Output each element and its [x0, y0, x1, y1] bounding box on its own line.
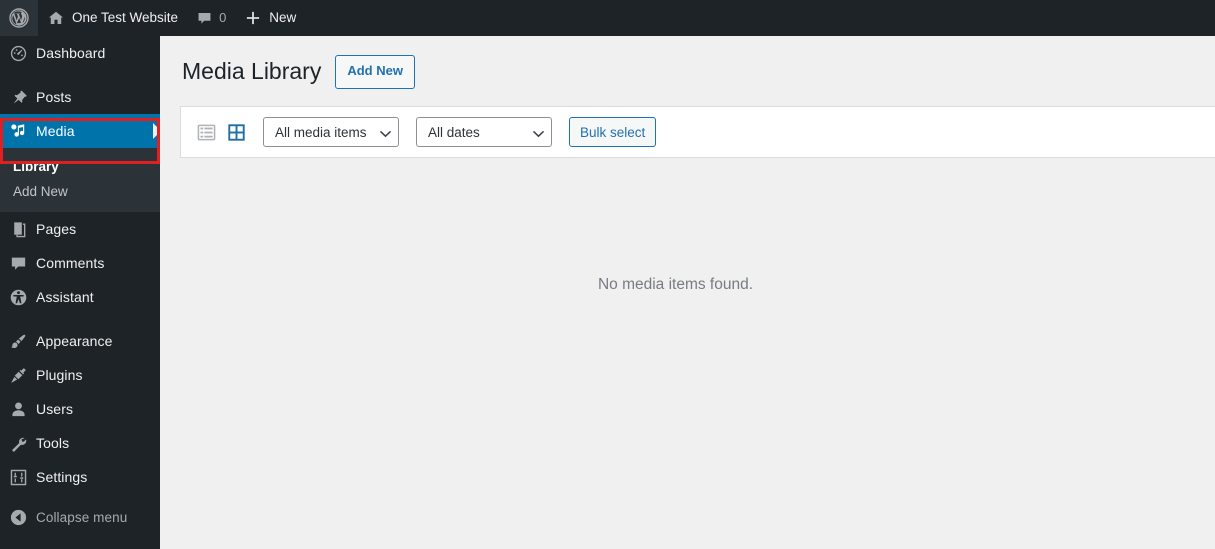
- site-name-label: One Test Website: [72, 10, 179, 25]
- chevron-down-icon: [533, 130, 544, 139]
- sidebar-item-label: Users: [36, 401, 74, 417]
- sidebar-item-label: Plugins: [36, 367, 83, 383]
- sidebar-item-label: Tools: [36, 435, 70, 451]
- menu-separator: [0, 314, 160, 324]
- sidebar-item-label: Pages: [36, 221, 77, 237]
- media-grid-area: No media items found.: [160, 158, 1215, 488]
- sidebar-item-dashboard[interactable]: Dashboard: [0, 36, 160, 70]
- main-content: Media Library Add New All media items Al…: [160, 36, 1215, 549]
- home-icon: [47, 9, 65, 27]
- collapse-menu-label: Collapse menu: [36, 509, 128, 525]
- sidebar-item-media[interactable]: Media: [0, 114, 161, 148]
- sidebar-item-label: Appearance: [36, 333, 113, 349]
- sidebar-item-posts[interactable]: Posts: [0, 80, 160, 114]
- chevron-down-icon: [380, 130, 391, 139]
- paintbrush-icon: [0, 332, 36, 351]
- list-view-icon[interactable]: [195, 121, 217, 143]
- sidebar-item-label: Comments: [36, 255, 105, 271]
- sidebar-item-comments[interactable]: Comments: [0, 246, 160, 280]
- view-switcher: [195, 121, 247, 143]
- page-header: Media Library Add New: [160, 36, 1215, 89]
- comments-count: 0: [219, 10, 227, 25]
- comments-menu[interactable]: 0: [187, 0, 235, 36]
- media-type-filter-value: All media items: [275, 124, 367, 140]
- admin-sidebar-menu: Dashboard Posts Media Library Add New Pa…: [0, 36, 161, 549]
- media-submenu: Library Add New: [0, 148, 160, 212]
- sidebar-item-assistant[interactable]: Assistant: [0, 280, 160, 314]
- pages-icon: [0, 220, 36, 239]
- wordpress-logo-menu[interactable]: [0, 0, 38, 36]
- date-filter-select[interactable]: All dates: [416, 117, 552, 147]
- bulk-select-button[interactable]: Bulk select: [569, 117, 657, 147]
- date-filter-value: All dates: [428, 124, 480, 140]
- sidebar-item-label: Dashboard: [36, 45, 106, 61]
- sidebar-item-label: Settings: [36, 469, 88, 485]
- submenu-item-library[interactable]: Library: [0, 154, 160, 179]
- new-content-menu[interactable]: New: [235, 0, 305, 36]
- sidebar-item-plugins[interactable]: Plugins: [0, 358, 160, 392]
- collapse-left-arrow-icon: [0, 508, 36, 527]
- empty-state-message: No media items found.: [597, 276, 754, 293]
- sidebar-item-users[interactable]: Users: [0, 392, 160, 426]
- pushpin-icon: [0, 88, 36, 107]
- dashboard-gauge-icon: [0, 44, 36, 63]
- collapse-menu-button[interactable]: Collapse menu: [0, 500, 160, 534]
- sliders-icon: [0, 468, 36, 487]
- sidebar-item-label: Media: [36, 123, 75, 139]
- sidebar-item-label: Posts: [36, 89, 72, 105]
- wordpress-logo-icon: [9, 8, 29, 28]
- sidebar-item-appearance[interactable]: Appearance: [0, 324, 160, 358]
- submenu-item-add-new[interactable]: Add New: [0, 179, 160, 204]
- media-toolbar: All media items All dates Bulk select: [180, 106, 1215, 158]
- accessibility-icon: [0, 288, 36, 307]
- comment-bubble-icon: [0, 254, 36, 273]
- admin-bar: One Test Website 0 New: [0, 0, 1215, 36]
- grid-view-icon[interactable]: [225, 121, 247, 143]
- user-icon: [0, 400, 36, 419]
- sidebar-item-settings[interactable]: Settings: [0, 460, 160, 494]
- new-content-label: New: [269, 10, 297, 25]
- plug-icon: [0, 366, 36, 385]
- sidebar-item-tools[interactable]: Tools: [0, 426, 160, 460]
- site-name-menu[interactable]: One Test Website: [38, 0, 187, 36]
- wrench-icon: [0, 434, 36, 453]
- page-title: Media Library: [182, 58, 322, 85]
- menu-separator: [0, 70, 160, 80]
- sidebar-item-pages[interactable]: Pages: [0, 212, 160, 246]
- add-new-button[interactable]: Add New: [335, 55, 415, 89]
- sidebar-item-label: Assistant: [36, 289, 94, 305]
- media-music-note-icon: [0, 122, 36, 141]
- plus-icon: [244, 9, 262, 27]
- media-type-filter-select[interactable]: All media items: [263, 117, 399, 147]
- comment-bubble-icon: [196, 10, 213, 27]
